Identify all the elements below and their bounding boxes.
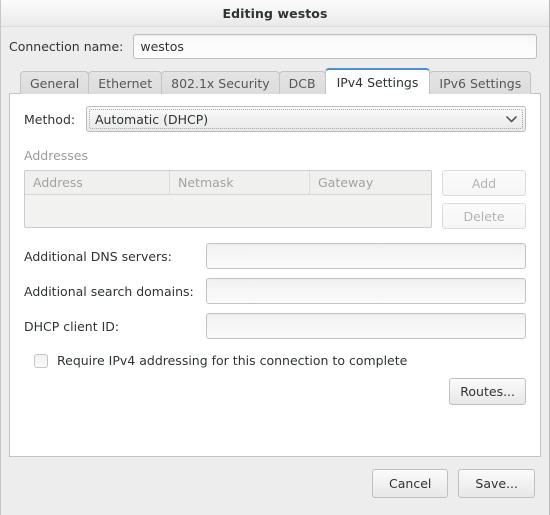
method-label: Method: [24, 111, 76, 127]
addresses-table-header: Address Netmask Gateway [25, 171, 431, 195]
tab-ethernet[interactable]: Ethernet [88, 71, 163, 94]
delete-address-button[interactable]: Delete [442, 203, 526, 229]
search-domains-label: Additional search domains: [24, 283, 194, 299]
ipv4-settings-panel: Method: Automatic (DHCP) Addresses Addre… [9, 93, 541, 457]
tab-general[interactable]: General [20, 71, 90, 94]
dns-servers-row: Additional DNS servers: [24, 243, 526, 269]
addresses-section-label: Addresses [24, 148, 88, 163]
tab-8021x-security[interactable]: 802.1x Security [161, 71, 280, 94]
editing-connection-dialog: Editing westos Connection name: westos G… [0, 0, 550, 515]
settings-notebook: General Ethernet 802.1x Security DCB IPv… [9, 67, 541, 457]
require-ipv4-checkbox[interactable] [34, 353, 48, 368]
chevron-down-icon [505, 113, 517, 125]
addresses-area: Address Netmask Gateway Add Delete [24, 170, 526, 229]
require-ipv4-label: Require IPv4 addressing for this connect… [57, 353, 408, 368]
tab-ipv4-settings[interactable]: IPv4 Settings [324, 68, 431, 94]
tab-ipv6-settings[interactable]: IPv6 Settings [429, 71, 532, 94]
method-selected-value: Automatic (DHCP) [95, 111, 209, 127]
column-header-gateway[interactable]: Gateway [310, 171, 431, 194]
add-address-button[interactable]: Add [442, 170, 526, 196]
method-combobox[interactable]: Automatic (DHCP) [86, 106, 526, 132]
save-button[interactable]: Save... [458, 468, 535, 498]
addresses-table-body[interactable] [25, 195, 431, 227]
dns-servers-label: Additional DNS servers: [24, 248, 172, 264]
titlebar: Editing westos [1, 0, 549, 27]
addresses-table[interactable]: Address Netmask Gateway [24, 170, 432, 228]
require-ipv4-row[interactable]: Require IPv4 addressing for this connect… [24, 353, 526, 368]
dialog-action-bar: Cancel Save... [1, 457, 549, 515]
search-domains-input[interactable] [206, 278, 526, 304]
search-domains-row: Additional search domains: [24, 278, 526, 304]
column-header-address[interactable]: Address [25, 171, 170, 194]
addresses-buttons: Add Delete [442, 170, 526, 229]
cancel-button[interactable]: Cancel [372, 468, 449, 498]
dns-servers-input[interactable] [206, 243, 526, 269]
tab-dcb[interactable]: DCB [278, 71, 326, 94]
dhcp-client-id-input[interactable] [206, 313, 526, 339]
dhcp-client-id-row: DHCP client ID: [24, 313, 526, 339]
connection-name-label: Connection name: [9, 39, 124, 54]
tab-strip: General Ethernet 802.1x Security DCB IPv… [9, 67, 541, 94]
method-row: Method: Automatic (DHCP) [24, 106, 526, 132]
connection-name-row: Connection name: westos [1, 27, 549, 65]
routes-button[interactable]: Routes... [449, 378, 526, 405]
connection-name-input[interactable]: westos [133, 34, 537, 59]
column-header-netmask[interactable]: Netmask [170, 171, 310, 194]
dhcp-client-id-label: DHCP client ID: [24, 318, 120, 334]
routes-row: Routes... [24, 378, 526, 405]
window-title: Editing westos [222, 5, 328, 21]
